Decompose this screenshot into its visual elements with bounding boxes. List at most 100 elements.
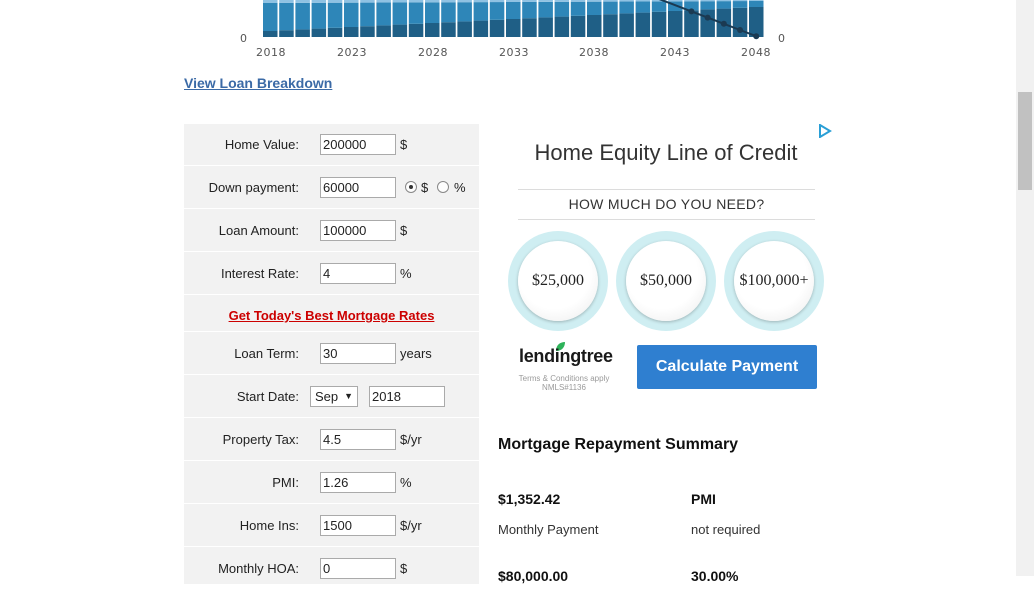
- loan-term-row: Loan Term: 30 years: [184, 333, 479, 375]
- x-tick-label: 2018: [256, 46, 286, 59]
- chart-bar-segment: [554, 1, 570, 17]
- down-payment-percent-label: %: [454, 180, 466, 195]
- start-month-select[interactable]: Sep ▼: [310, 386, 358, 407]
- chart-bar-segment: [263, 31, 278, 37]
- chart-bar-segment: [603, 14, 618, 37]
- chart-bar-segment: [279, 30, 294, 37]
- monthly-payment-value: $1,352.42: [498, 491, 561, 507]
- loan-term-label: Loan Term:: [234, 346, 299, 361]
- property-tax-label: Property Tax:: [222, 432, 299, 447]
- home-insurance-input[interactable]: 1500: [320, 515, 396, 536]
- chart-bar-segment: [732, 1, 748, 8]
- home-value-input[interactable]: 200000: [320, 134, 396, 155]
- home-insurance-row: Home Ins: 1500 $/yr: [184, 505, 479, 547]
- loan-chart: 0 0 2018 2023 2028 2033 2038 2043 2048: [0, 0, 1016, 64]
- x-tick-label: 2023: [337, 46, 367, 59]
- x-tick-label: 2028: [418, 46, 448, 59]
- chart-bar-segment: [700, 9, 715, 37]
- chart-bar-segment: [749, 1, 764, 7]
- amount-option-label: $50,000: [626, 241, 706, 321]
- right-axis-zero-label: 0: [778, 32, 786, 45]
- chart-bar-segment: [554, 16, 570, 37]
- property-tax-input[interactable]: 4.5: [320, 429, 396, 450]
- best-rates-row: Get Today's Best Mortgage Rates: [184, 296, 479, 332]
- start-date-row: Start Date: Sep ▼ 2018: [184, 376, 479, 418]
- balance-point: [720, 20, 727, 27]
- chart-bar-segment: [279, 2, 294, 31]
- chart-bar-segment: [311, 2, 327, 29]
- chart-bar-segment: [376, 25, 391, 37]
- chart-bar-segment: [311, 28, 327, 37]
- loan-term-input[interactable]: 30: [320, 343, 396, 364]
- chart-bar-segment: [570, 15, 586, 38]
- loan-amount-unit: $: [400, 223, 408, 238]
- view-loan-breakdown-link[interactable]: View Loan Breakdown: [184, 75, 332, 91]
- pmi-unit: %: [400, 475, 412, 490]
- chart-bar-segment: [570, 1, 586, 16]
- pmi-label: PMI:: [272, 475, 299, 490]
- chart-bars: [263, 0, 764, 38]
- home-value-unit: $: [400, 137, 408, 152]
- down-payment-label: Down payment:: [208, 180, 299, 195]
- ad-nmls-line: NMLS#1136: [542, 383, 586, 392]
- chart-bar-segment: [700, 1, 715, 10]
- chart-bar-segment: [441, 2, 456, 23]
- home-insurance-label: Home Ins:: [239, 518, 299, 533]
- home-insurance-unit: $/yr: [400, 518, 422, 533]
- chart-bar-segment: [668, 11, 683, 37]
- start-month-value: Sep: [315, 389, 339, 404]
- left-axis-zero-label: 0: [240, 32, 248, 45]
- chart-bar-segment: [635, 1, 651, 13]
- chart-bar-segment: [360, 2, 375, 27]
- interest-rate-unit: %: [400, 266, 412, 281]
- adchoices-icon[interactable]: [818, 124, 832, 138]
- mortgage-form: Home Value: 200000 $ Down payment: 60000…: [184, 124, 479, 590]
- x-tick-label: 2033: [499, 46, 529, 59]
- monthly-hoa-unit: $: [400, 561, 408, 576]
- chart-bar-segment: [327, 27, 343, 37]
- scrollbar-thumb[interactable]: [1018, 92, 1032, 190]
- amount-option-label: $100,000+: [734, 241, 814, 321]
- chart-bar-segment: [749, 7, 764, 37]
- chart-bar-segment: [344, 2, 359, 28]
- ad-title[interactable]: Home Equity Line of Credit: [510, 140, 822, 166]
- loan-amount-input[interactable]: 100000: [320, 220, 396, 241]
- chart-bar-segment: [619, 13, 634, 37]
- chart-bar-segment: [506, 19, 521, 37]
- pmi-input[interactable]: 1.26: [320, 472, 396, 493]
- balance-point: [688, 8, 695, 15]
- best-mortgage-rates-link[interactable]: Get Today's Best Mortgage Rates: [184, 308, 479, 323]
- down-payment-input[interactable]: 60000: [320, 177, 396, 198]
- chart-bar-segment: [344, 27, 359, 37]
- chart-bar-segment: [506, 2, 521, 19]
- pmi-summary-label: not required: [691, 522, 761, 537]
- pmi-summary-heading: PMI: [691, 491, 716, 507]
- ad-divider: [518, 219, 815, 220]
- down-payment-percent-radio[interactable]: [437, 181, 449, 193]
- chart-bar-segment: [408, 23, 424, 37]
- page-scrollbar[interactable]: [1016, 0, 1034, 576]
- start-year-input[interactable]: 2018: [369, 386, 445, 407]
- chart-bar-segment: [635, 12, 651, 38]
- home-value-label: Home Value:: [224, 137, 299, 152]
- chart-bar-segment: [651, 1, 667, 12]
- chart-bar-segment: [392, 2, 408, 25]
- chart-bar-segment: [473, 2, 489, 21]
- interest-rate-input[interactable]: 4: [320, 263, 396, 284]
- chart-bar-segment: [441, 22, 456, 37]
- loan-amount-row: Loan Amount: 100000 $: [184, 210, 479, 252]
- amount-option-100000-plus[interactable]: $100,000+: [724, 231, 824, 331]
- chart-bar-segment: [619, 1, 634, 14]
- interest-rate-label: Interest Rate:: [220, 266, 299, 281]
- ad-question: HOW MUCH DO YOU NEED?: [568, 196, 765, 212]
- property-tax-unit: $/yr: [400, 432, 422, 447]
- amount-option-25000[interactable]: $25,000: [508, 231, 608, 331]
- chart-bar-segment: [360, 26, 375, 37]
- loan-term-unit: years: [400, 346, 432, 361]
- calculate-payment-button[interactable]: Calculate Payment: [637, 345, 817, 389]
- down-payment-dollar-radio[interactable]: [405, 181, 417, 193]
- amount-option-50000[interactable]: $50,000: [616, 231, 716, 331]
- lendingtree-logo[interactable]: lendingtree: [519, 346, 613, 367]
- chart-bar-segment: [392, 24, 408, 37]
- chart-bar-segment: [408, 2, 424, 24]
